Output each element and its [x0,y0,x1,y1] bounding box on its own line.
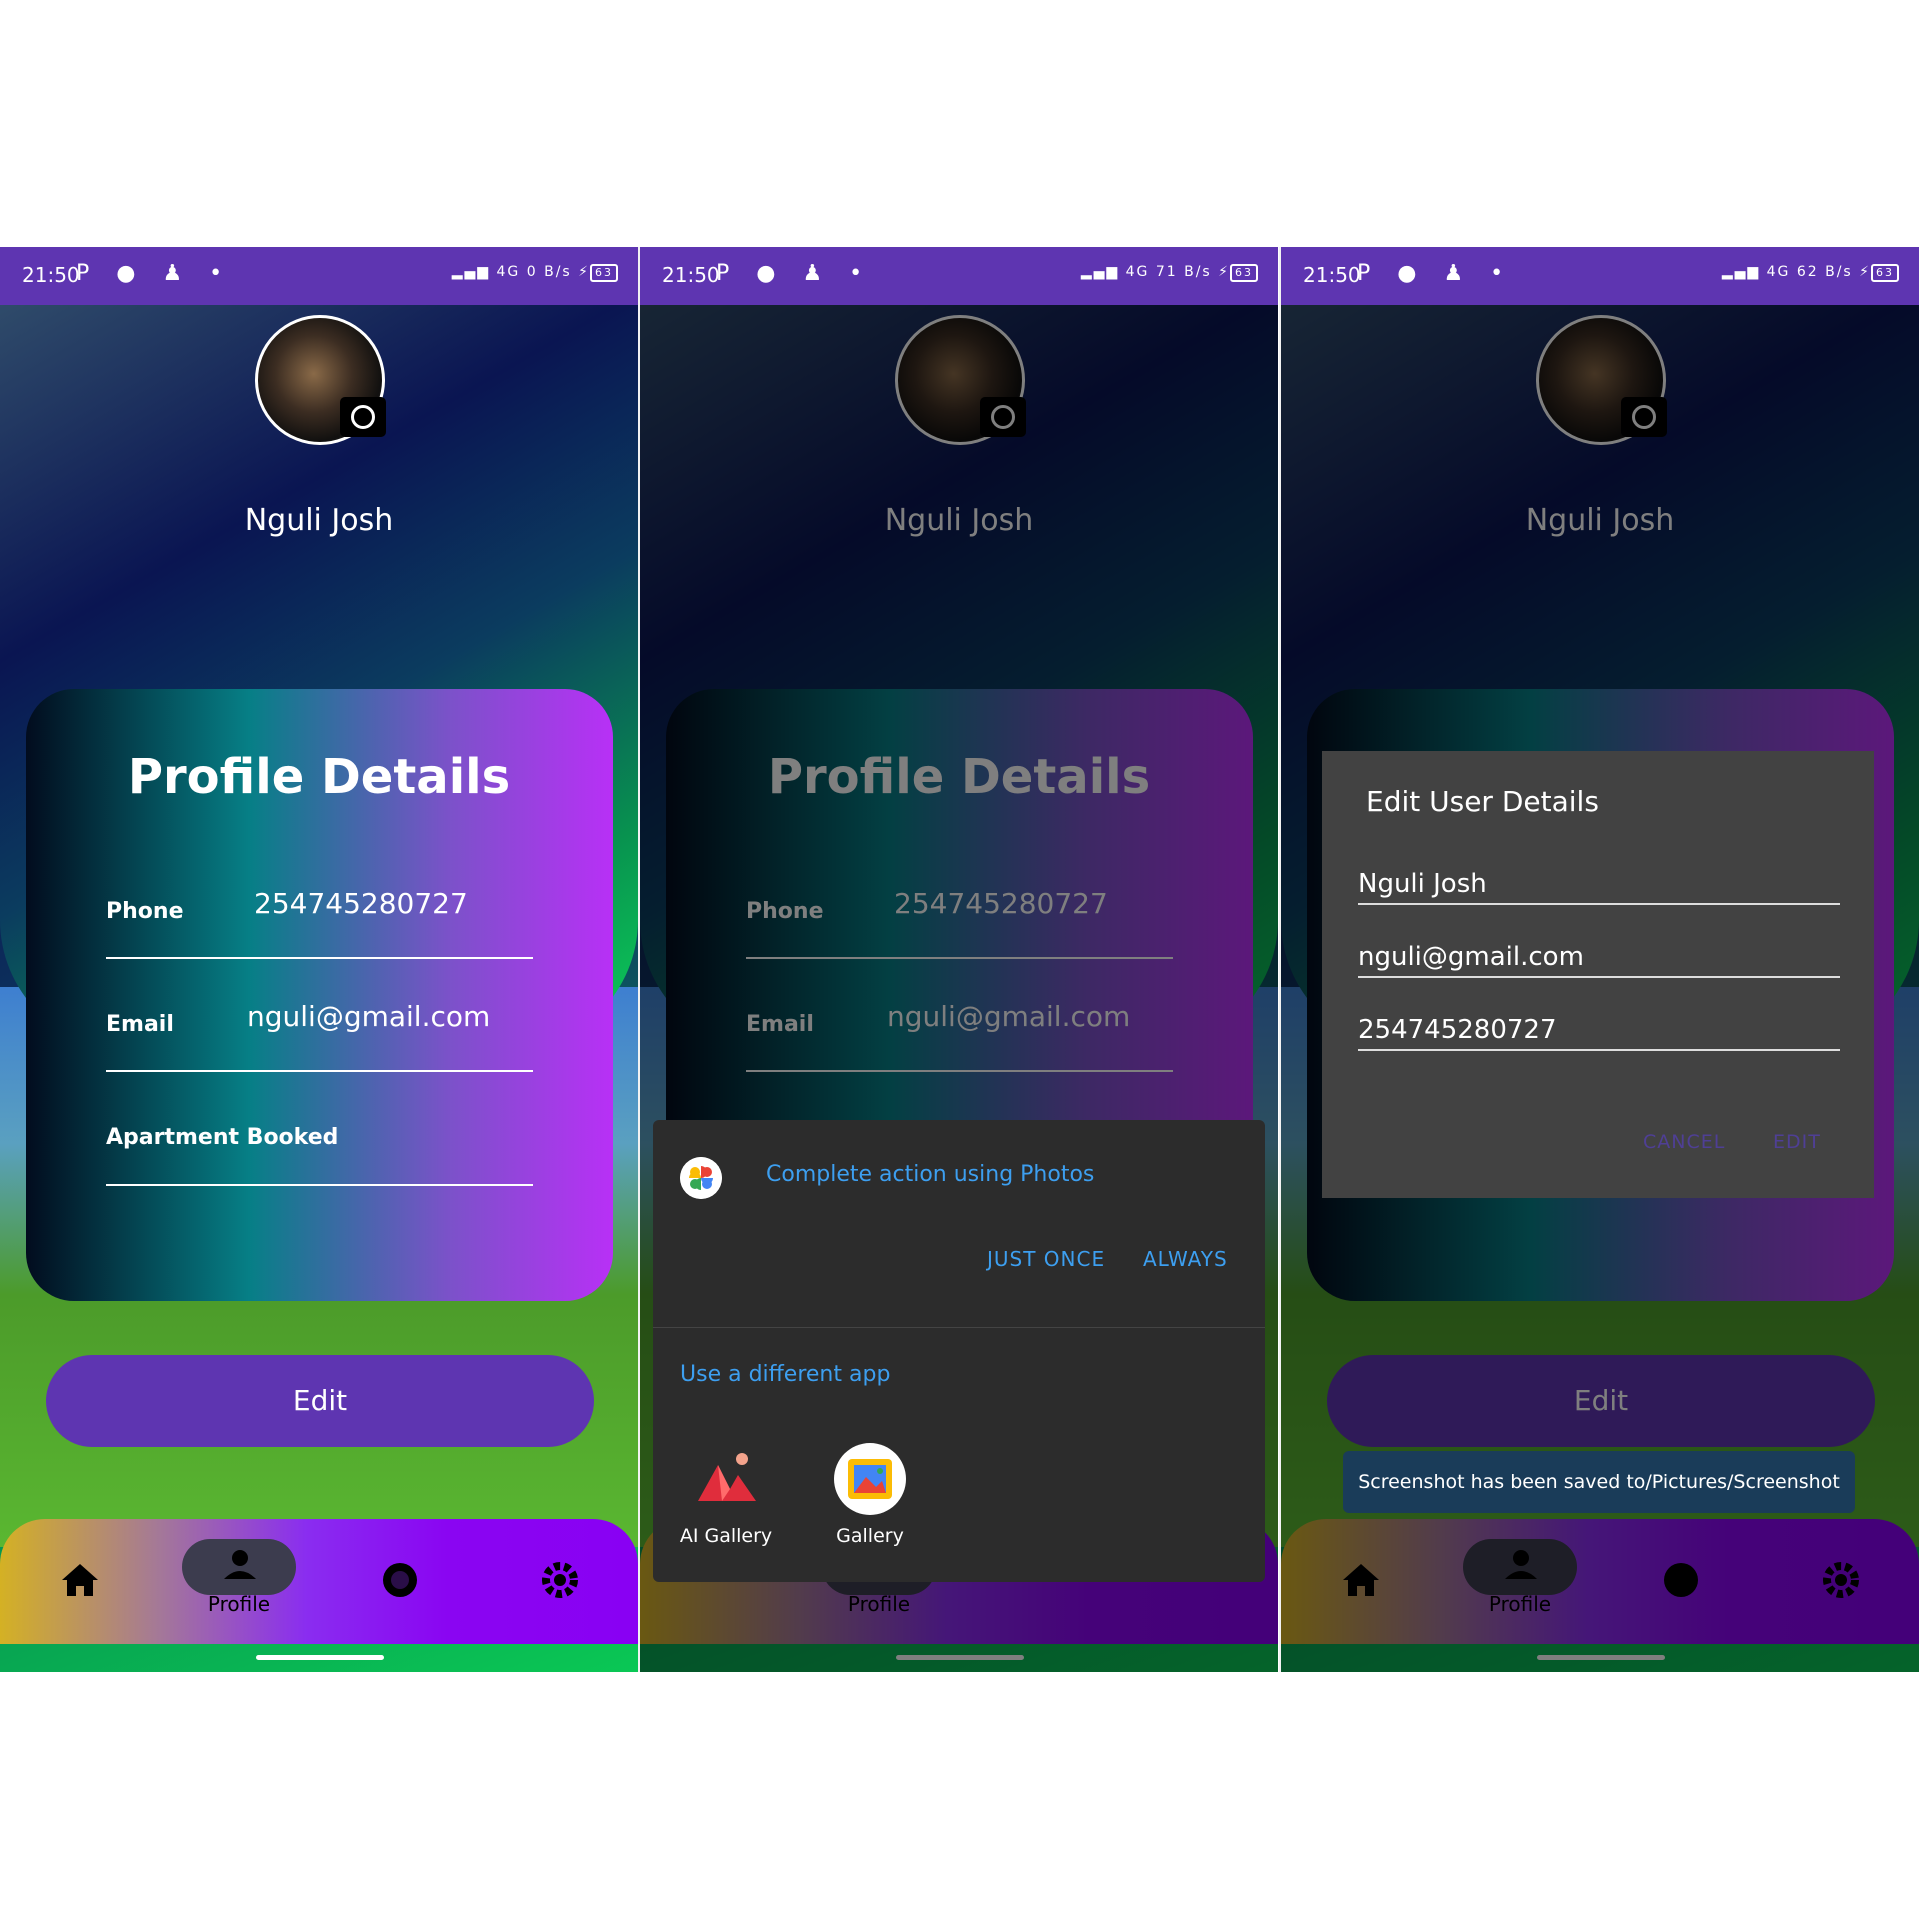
app-label-gallery[interactable]: Gallery [810,1525,930,1547]
app-label-ai-gallery[interactable]: AI Gallery [666,1525,786,1547]
card-title: Profile Details [127,749,511,805]
network-type: 4G [1766,264,1791,280]
edit-button[interactable]: Edit [46,1355,594,1447]
divider [653,1327,1265,1328]
status-bar: 21:50 P ● ♟ • ▂▄▆ 4G 0 B/s ⚡ 63 [0,247,638,305]
divider [106,1184,533,1186]
phone-screen-profile: 21:50 P ● ♟ • ▂▄▆ 4G 0 B/s ⚡ 63 Nguli Jos… [0,247,638,1672]
phone-label: Phone [106,899,184,924]
notification-icons: P ● ♟ • [1357,261,1514,286]
ai-gallery-icon[interactable] [694,1449,760,1505]
status-right: ▂▄▆ 4G 62 B/s ⚡ 63 [1722,264,1899,282]
status-bar: 21:50 P ● ♟ • ▂▄▆ 4G 62 B/s ⚡ 63 [1281,247,1919,305]
just-once-button[interactable]: JUST ONCE [987,1247,1105,1271]
phone-screen-edit-dialog: 21:50 P ● ♟ • ▂▄▆ 4G 62 B/s ⚡63 Nguli Jo… [1281,247,1919,1672]
gallery-icon[interactable] [834,1443,906,1515]
battery-icon: 63 [1871,264,1899,282]
phone-screen-chooser: 21:50 P ● ♟ • ▂▄▆ 4G 71 B/s ⚡63 Nguli Jo… [640,247,1278,1672]
cancel-button[interactable]: CANCEL [1643,1131,1725,1153]
status-bar: 21:50 P ● ♟ • ▂▄▆ 4G 71 B/s ⚡ 63 [640,247,1278,305]
home-icon[interactable] [50,1550,110,1610]
battery-icon: 63 [1230,264,1258,282]
screenshot-toast: Screenshot has been saved to/Pictures/Sc… [1343,1451,1855,1513]
gallery-glyph-icon [848,1459,892,1499]
camera-icon[interactable] [340,397,386,437]
apartment-label: Apartment Booked [106,1125,339,1150]
phone-field[interactable] [1358,1011,1840,1051]
dialog-title: Edit User Details [1366,785,1599,818]
photos-icon [680,1157,722,1199]
net-speed: 62 B/s [1796,264,1853,280]
divider [106,1070,533,1072]
network-type: 4G [1125,264,1150,280]
email-label: Email [106,1012,174,1037]
net-speed: 71 B/s [1155,264,1212,280]
status-right: ▂▄▆ 4G 0 B/s ⚡ 63 [452,264,618,282]
status-time: 21:50 [662,263,720,287]
use-different-app-label: Use a different app [680,1362,891,1387]
user-name: Nguli Josh [244,503,394,538]
notification-icons: P ● ♟ • [76,261,233,286]
nav-profile-label[interactable]: Profile [180,1592,298,1616]
chooser-title: Complete action using Photos [766,1162,1095,1187]
edit-confirm-button[interactable]: EDIT [1773,1131,1821,1153]
app-chooser-dialog [653,1120,1265,1582]
gear-icon[interactable] [530,1550,590,1610]
bell-icon[interactable] [370,1550,430,1610]
status-right: ▂▄▆ 4G 71 B/s ⚡ 63 [1081,264,1258,282]
status-time: 21:50 [1303,263,1361,287]
phone-value: 254745280727 [254,887,468,920]
email-value: nguli@gmail.com [247,1000,491,1033]
gesture-bar[interactable] [256,1655,384,1660]
status-time: 21:50 [22,263,80,287]
notification-icons: P ● ♟ • [716,261,873,286]
person-icon[interactable] [210,1537,270,1597]
divider [106,957,533,959]
name-field[interactable] [1358,865,1840,905]
net-speed: 0 B/s [526,264,572,280]
battery-icon: 63 [590,264,618,282]
always-button[interactable]: ALWAYS [1143,1247,1228,1271]
network-type: 4G [496,264,521,280]
email-field[interactable] [1358,938,1840,978]
